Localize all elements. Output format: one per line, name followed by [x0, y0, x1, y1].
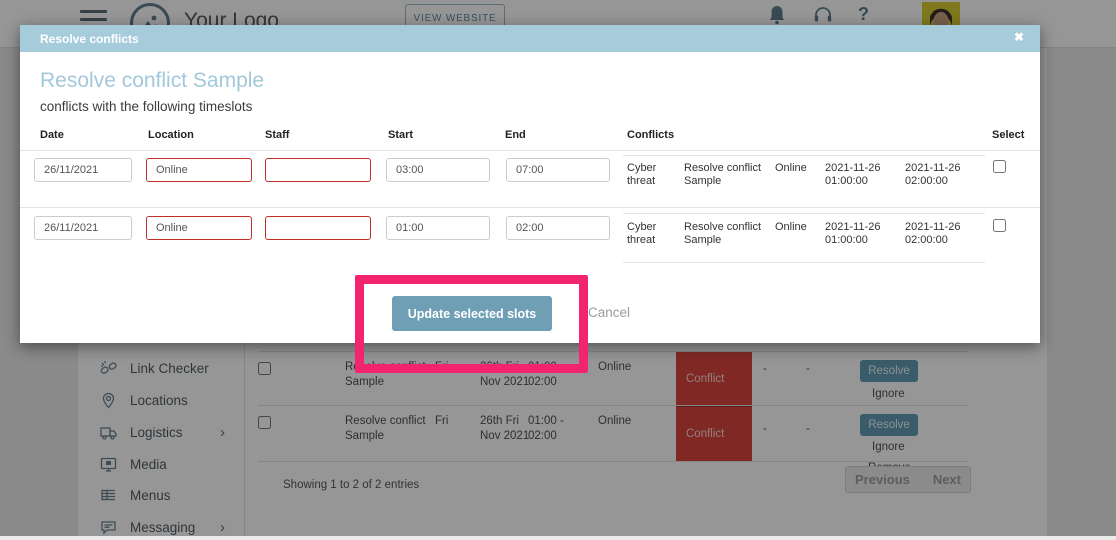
conflict-type: Cyber threat	[627, 221, 671, 247]
conflict-start: 2021-11-26 01:00:00	[825, 221, 901, 247]
select-slot-checkbox[interactable]	[993, 219, 1006, 232]
modal-header-title: Resolve conflicts	[40, 32, 139, 46]
start-time-input[interactable]	[386, 158, 490, 182]
annotation-highlight-box	[355, 275, 588, 373]
conflict-location: Online	[775, 162, 807, 175]
column-header-select: Select	[992, 129, 1024, 141]
staff-input[interactable]	[265, 158, 371, 182]
start-time-input[interactable]	[386, 216, 490, 240]
column-header-staff: Staff	[265, 129, 289, 141]
modal-subtitle: conflicts with the following timeslots	[40, 99, 252, 114]
modal-header: Resolve conflicts ✖	[20, 25, 1040, 52]
conflict-end: 2021-11-26 02:00:00	[905, 221, 981, 247]
conflict-end: 2021-11-26 02:00:00	[905, 162, 981, 188]
column-header-end: End	[505, 129, 526, 141]
conflict-start: 2021-11-26 01:00:00	[825, 162, 901, 188]
column-header-conflicts: Conflicts	[627, 129, 674, 141]
date-input[interactable]	[34, 216, 132, 240]
location-input[interactable]	[146, 216, 252, 240]
modal-title: Resolve conflict Sample	[40, 69, 264, 93]
row-divider	[20, 207, 1040, 208]
conflict-name: Resolve conflict Sample	[684, 221, 770, 247]
conflict-location: Online	[775, 221, 807, 234]
staff-input[interactable]	[265, 216, 371, 240]
conflict-name: Resolve conflict Sample	[684, 162, 770, 188]
location-input[interactable]	[146, 158, 252, 182]
conflict-subtable-divider	[623, 155, 985, 156]
column-header-location: Location	[148, 129, 194, 141]
column-header-start: Start	[388, 129, 413, 141]
conflict-subtable-divider	[623, 262, 985, 263]
table-header-divider	[20, 150, 1040, 151]
end-time-input[interactable]	[506, 216, 610, 240]
select-slot-checkbox[interactable]	[993, 160, 1006, 173]
conflict-type: Cyber threat	[627, 162, 671, 188]
end-time-input[interactable]	[506, 158, 610, 182]
close-icon[interactable]: ✖	[1014, 30, 1024, 44]
column-header-date: Date	[40, 129, 64, 141]
cancel-button[interactable]: Cancel	[588, 305, 630, 320]
conflict-subtable-divider	[623, 213, 985, 214]
date-input[interactable]	[34, 158, 132, 182]
